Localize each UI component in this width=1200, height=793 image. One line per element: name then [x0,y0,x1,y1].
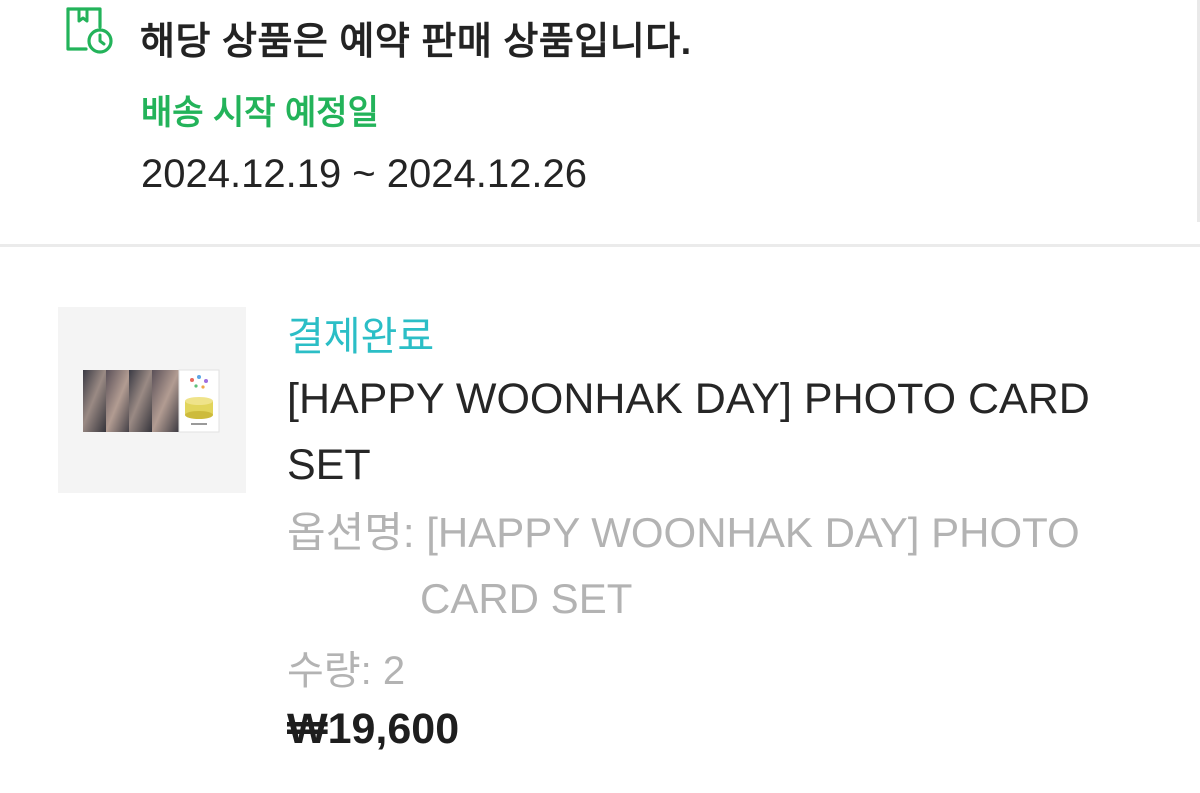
preorder-notice: 해당 상품은 예약 판매 상품입니다. 배송 시작 예정일 2024.12.19… [0,0,1200,244]
option-value: [HAPPY WOONHAK DAY] PHOTO [426,509,1080,556]
option-value-continued: CARD SET [420,575,633,622]
shipping-start-label: 배송 시작 예정일 [141,94,379,132]
section-divider [0,244,1200,247]
option-info: 옵션명: [HAPPY WOONHAK DAY] PHOTO CARD SET [287,500,1167,632]
quantity: 수량: 2 [287,649,406,693]
price: ₩19,600 [287,705,460,753]
calendar-clock-icon [66,7,113,54]
preorder-title: 해당 상품은 예약 판매 상품입니다. [140,21,692,63]
shipping-dates: 2024.12.19 ~ 2024.12.26 [141,152,587,196]
product-name[interactable]: [HAPPY WOONHAK DAY] PHOTO CARD SET [287,366,1147,498]
payment-status: 결제완료 [287,315,435,359]
product-image [83,369,220,433]
option-label: 옵션명: [287,509,415,556]
product-thumbnail[interactable] [58,307,246,493]
